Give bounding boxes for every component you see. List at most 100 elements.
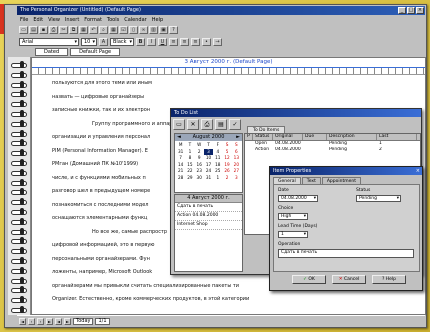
underline-icon[interactable]: U [158, 37, 167, 46]
new-task-icon[interactable]: ▭ [173, 119, 185, 130]
font-select[interactable]: Arial [19, 37, 79, 46]
properties-icon[interactable]: ▤ [215, 119, 227, 130]
notebook-spiral [8, 57, 31, 315]
image-icon[interactable]: ▣ [159, 26, 168, 34]
menu-tools[interactable]: Tools [107, 16, 119, 24]
minimize-button[interactable]: _ [398, 7, 406, 14]
spiral-ring [11, 110, 27, 117]
print-task-icon[interactable]: ⎙ [201, 119, 213, 130]
spiral-ring [11, 208, 27, 215]
column-header[interactable]: P [245, 134, 253, 140]
text-line: организации и управления персонал [52, 134, 151, 140]
calendar-day[interactable]: 30 [195, 175, 204, 182]
menu-insert[interactable]: Insert [65, 16, 79, 24]
menu-help[interactable]: Help [152, 16, 163, 24]
status-field[interactable]: Pending [356, 195, 401, 202]
first-page-icon[interactable]: ◄ [19, 317, 26, 325]
spiral-ring [11, 188, 27, 196]
prev-month-icon[interactable]: ◄ [177, 134, 181, 141]
calendar-icon[interactable]: ▦ [109, 26, 118, 34]
column-header[interactable]: Last [377, 134, 417, 140]
calendar-day[interactable]: 31 [204, 175, 213, 182]
tab-default-page[interactable]: Default Page [70, 48, 121, 56]
text-line: Но все же, самые распростр [92, 228, 168, 235]
calendar-day[interactable]: 2 [222, 175, 231, 182]
text-line: оснащаются элементарными функц [52, 215, 148, 221]
todo-toolbar: ▭ ✕ ⎙ ▤ ✓ [173, 119, 241, 130]
maximize-button[interactable]: □ [407, 7, 415, 14]
menu-calendar[interactable]: Calendar [124, 16, 146, 24]
page-icon[interactable]: ▯ [129, 26, 138, 34]
next-month-icon[interactable]: ► [236, 134, 240, 141]
find-icon[interactable]: ⌕ [99, 26, 108, 34]
ok-button[interactable]: ✓ OK [292, 275, 326, 284]
bold-icon[interactable]: B [136, 37, 145, 46]
spiral-ring [11, 266, 27, 274]
table-cell [303, 147, 327, 153]
table-row[interactable]: Action 04.08.2000 Pending 2 [245, 147, 420, 153]
calendar-day[interactable]: 29 [185, 175, 194, 182]
table-icon[interactable]: ▥ [149, 26, 158, 34]
table-cell: Action [255, 147, 270, 152]
link-icon[interactable]: ∞ [139, 26, 148, 34]
color-select[interactable]: Black [110, 37, 134, 46]
date-field[interactable]: 04.08.2000 [278, 195, 318, 202]
column-header[interactable]: Description [327, 134, 377, 140]
calendar-day[interactable]: 28 [176, 175, 185, 182]
day-list-item[interactable]: Action 04.08.2000 [175, 212, 242, 221]
indent-icon[interactable]: → [213, 37, 222, 46]
align-right-icon[interactable]: ≡ [191, 37, 200, 46]
help-button[interactable]: ? Help [372, 275, 406, 284]
spiral-ring [11, 237, 27, 245]
delete-task-icon[interactable]: ✕ [187, 119, 199, 130]
paste-icon[interactable]: ▦ [79, 26, 88, 34]
day-list-item[interactable]: Сдать в печать [175, 203, 242, 212]
text-line: органайзерами мы привыкли считать специа… [52, 282, 240, 289]
column-header[interactable]: Original [273, 134, 303, 140]
align-left-icon[interactable]: ≡ [169, 37, 178, 46]
menu-format[interactable]: Format [84, 16, 102, 24]
lead-time-field[interactable]: 1 [278, 231, 308, 238]
last-page-icon[interactable]: ► [46, 317, 53, 325]
tab-dated[interactable]: Dated [35, 48, 69, 56]
spiral-ring [11, 217, 27, 225]
next-day-icon[interactable]: ► [64, 317, 71, 325]
bullets-icon[interactable]: • [202, 37, 211, 46]
new-icon[interactable]: ▭ [19, 26, 28, 34]
menu-view[interactable]: View [48, 16, 60, 24]
menu-bar: File Edit View Insert Format Tools Calen… [17, 16, 425, 24]
print-icon[interactable]: ⎙ [49, 26, 58, 34]
copy-icon[interactable]: ⧉ [69, 26, 78, 34]
check-icon[interactable]: ✓ [229, 119, 241, 130]
todo-icon[interactable]: ☑ [119, 26, 128, 34]
italic-icon[interactable]: I [147, 37, 156, 46]
menu-edit[interactable]: Edit [33, 16, 43, 24]
text-color-icon[interactable]: A [99, 37, 108, 46]
text-line: цифровой информацией, это в первую [52, 242, 155, 248]
choice-field[interactable]: High [278, 213, 308, 220]
column-header[interactable]: Status [253, 134, 273, 140]
day-list-item[interactable]: Internet Shop [175, 221, 242, 230]
operation-field[interactable]: Сдать в печать [278, 249, 414, 258]
spiral-ring [11, 276, 27, 284]
save-icon[interactable]: ▪ [39, 26, 48, 34]
calendar-day[interactable]: 1 [213, 175, 222, 182]
cut-icon[interactable]: ✂ [59, 26, 68, 34]
spiral-ring [11, 178, 27, 186]
prev-page-icon[interactable]: ‹ [28, 317, 35, 325]
open-icon[interactable]: ▤ [29, 26, 38, 34]
column-header[interactable]: Due [303, 134, 327, 140]
format-toolbar: Arial 10 A Black B I U ≡ ≡ ≡ • → [17, 36, 425, 47]
menu-file[interactable]: File [20, 16, 28, 24]
undo-icon[interactable]: ↶ [89, 26, 98, 34]
today-field[interactable]: Today [73, 317, 94, 325]
calendar-day[interactable]: 3 [232, 175, 241, 182]
font-size-select[interactable]: 10 [81, 37, 97, 46]
align-center-icon[interactable]: ≡ [180, 37, 189, 46]
dialog-close-icon[interactable]: × [416, 167, 420, 175]
cancel-button[interactable]: ✕ Cancel [332, 275, 366, 284]
help-icon[interactable]: ? [169, 26, 178, 34]
prev-day-icon[interactable]: ◄ [55, 317, 62, 325]
close-button[interactable]: × [416, 7, 424, 14]
next-page-icon[interactable]: › [37, 317, 44, 325]
